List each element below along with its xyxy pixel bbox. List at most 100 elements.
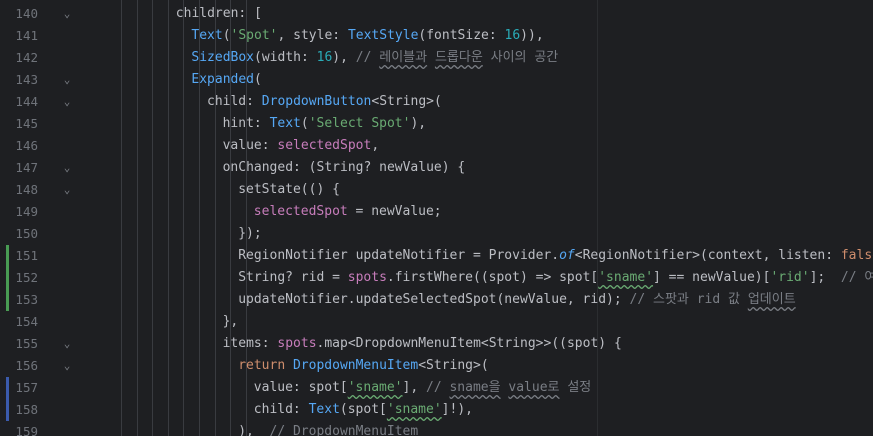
code-line[interactable]: 158 child: Text(spot['sname']!), bbox=[0, 399, 873, 421]
vcs-change-marker[interactable] bbox=[6, 377, 9, 399]
fold-chevron-icon[interactable]: ⌄ bbox=[60, 333, 74, 355]
code-text[interactable]: child: Text(spot['sname']!), bbox=[254, 399, 473, 421]
code-token: children: [ bbox=[175, 6, 262, 21]
code-token: 설정 bbox=[559, 380, 592, 395]
code-text[interactable]: RegionNotifier updateNotifier = Provider… bbox=[238, 245, 873, 267]
line-number: 147 bbox=[15, 160, 38, 175]
code-line[interactable]: 142 SizedBox(width: 16), // 레이블과 드롭다운 사이의… bbox=[0, 47, 873, 69]
code-line[interactable]: 146 value: selectedSpot, bbox=[0, 135, 873, 157]
fold-chevron-icon[interactable]: ⌄ bbox=[60, 179, 74, 201]
code-text[interactable]: return DropdownMenuItem<String>( bbox=[238, 355, 488, 377]
code-token: // 여기서 실제 bbox=[840, 270, 873, 285]
code-token: 'Spot' bbox=[230, 28, 278, 43]
code-token: <String>( bbox=[371, 94, 442, 109]
code-line[interactable]: 143 ⌄ Expanded( bbox=[0, 69, 873, 91]
code-token: value로 bbox=[508, 380, 560, 395]
code-text[interactable]: updateNotifier.updateSelectedSpot(newVal… bbox=[238, 289, 795, 311]
code-line[interactable]: 149 selectedSpot = newValue; bbox=[0, 201, 873, 223]
code-token: , bbox=[535, 28, 544, 43]
code-token: (fontSize: bbox=[418, 28, 505, 43]
code-token: 레이블과 bbox=[379, 50, 428, 65]
code-token: .firstWhere((spot) => spot[ bbox=[386, 270, 599, 285]
line-number: 150 bbox=[15, 226, 38, 241]
code-token: }); bbox=[238, 226, 262, 241]
code-editor[interactable]: 140 ⌄ children: [141 Text('Spot', style: Te… bbox=[0, 0, 873, 436]
code-token: 16 bbox=[504, 28, 521, 43]
code-token: spots bbox=[277, 336, 317, 351]
code-token: SizedBox bbox=[191, 50, 255, 65]
code-line[interactable]: 148 ⌄ setState(() { bbox=[0, 179, 873, 201]
code-text[interactable]: hint: Text('Select Spot'), bbox=[223, 113, 427, 135]
code-token: value: spot[ bbox=[253, 380, 348, 395]
code-token: // DropdownMenuItem bbox=[269, 424, 419, 436]
code-text[interactable]: ), // DropdownMenuItem bbox=[238, 421, 418, 436]
code-line[interactable]: 159 ), // DropdownMenuItem bbox=[0, 421, 873, 436]
code-token: Text bbox=[269, 116, 301, 131]
code-token: 'Select Spot' bbox=[308, 116, 411, 131]
code-token: ( bbox=[222, 28, 231, 43]
code-text[interactable]: children: [ bbox=[176, 3, 262, 25]
code-text[interactable]: String? rid = spots.firstWhere((spot) =>… bbox=[238, 267, 873, 289]
code-token: setState(() { bbox=[238, 182, 340, 197]
code-line[interactable]: 157 value: spot['sname'], // sname을 value… bbox=[0, 377, 873, 399]
code-token: ), bbox=[410, 116, 427, 131]
code-token: 'sname' bbox=[386, 402, 442, 417]
vcs-change-marker[interactable] bbox=[6, 267, 9, 289]
code-line[interactable]: 144 ⌄ child: DropdownButton<String>( bbox=[0, 91, 873, 113]
code-token: ]!), bbox=[441, 402, 473, 417]
line-number: 156 bbox=[15, 358, 38, 373]
code-token: Text bbox=[308, 402, 340, 417]
code-text[interactable]: value: selectedSpot, bbox=[223, 135, 380, 157]
code-line[interactable]: 156 ⌄ return DropdownMenuItem<String>( bbox=[0, 355, 873, 377]
code-token: = newValue; bbox=[347, 204, 442, 219]
fold-chevron-icon[interactable]: ⌄ bbox=[60, 3, 74, 25]
code-token: of bbox=[559, 248, 575, 263]
code-text[interactable]: setState(() { bbox=[238, 179, 340, 201]
code-text[interactable]: SizedBox(width: 16), // 레이블과 드롭다운 사이의 공간 bbox=[191, 47, 558, 69]
vcs-change-marker[interactable] bbox=[6, 399, 9, 421]
code-token: selectedSpot bbox=[253, 204, 348, 219]
vcs-change-marker[interactable] bbox=[6, 289, 9, 311]
fold-chevron-icon[interactable]: ⌄ bbox=[60, 157, 74, 179]
code-line[interactable]: 141 Text('Spot', style: TextStyle(fontSiz… bbox=[0, 25, 873, 47]
line-number: 144 bbox=[15, 94, 38, 109]
code-text[interactable]: onChanged: (String? newValue) { bbox=[223, 157, 466, 179]
fold-chevron-icon[interactable]: ⌄ bbox=[60, 91, 74, 113]
code-token: 'rid' bbox=[770, 270, 810, 285]
code-token: TextStyle bbox=[347, 28, 419, 43]
code-line[interactable]: 140 ⌄ children: [ bbox=[0, 3, 873, 25]
code-line[interactable]: 150}); bbox=[0, 223, 873, 245]
code-line[interactable]: 152 String? rid = spots.firstWhere((spot)… bbox=[0, 267, 873, 289]
code-token: child: bbox=[253, 402, 309, 417]
code-token: 업데이트 bbox=[747, 292, 796, 307]
code-text[interactable]: items: spots.map<DropdownMenuItem<String… bbox=[223, 333, 622, 355]
code-line[interactable]: 155 ⌄ items: spots.map<DropdownMenuItem<St… bbox=[0, 333, 873, 355]
vcs-change-marker[interactable] bbox=[6, 245, 9, 267]
fold-chevron-icon[interactable]: ⌄ bbox=[60, 69, 74, 91]
code-text[interactable]: }); bbox=[238, 223, 261, 245]
code-text[interactable]: }, bbox=[223, 311, 239, 333]
line-number: 141 bbox=[15, 28, 38, 43]
line-number: 159 bbox=[15, 424, 38, 436]
code-line[interactable]: 153 updateNotifier.updateSelectedSpot(new… bbox=[0, 289, 873, 311]
code-token: sname을 bbox=[449, 380, 501, 395]
code-token: false bbox=[840, 248, 873, 263]
code-token: DropdownButton bbox=[261, 94, 372, 109]
code-text[interactable]: value: spot['sname'], // sname을 value로 설… bbox=[254, 377, 591, 399]
code-token: 'sname' bbox=[347, 380, 403, 395]
code-line[interactable]: 145 hint: Text('Select Spot'), bbox=[0, 113, 873, 135]
line-number: 148 bbox=[15, 182, 38, 197]
code-token: 사이의 공간 bbox=[482, 50, 559, 65]
code-token: selectedSpot bbox=[277, 138, 372, 153]
code-text[interactable]: selectedSpot = newValue; bbox=[254, 201, 442, 223]
code-text[interactable]: child: DropdownButton<String>( bbox=[207, 91, 442, 113]
code-text[interactable]: Text('Spot', style: TextStyle(fontSize: … bbox=[191, 25, 543, 47]
code-text[interactable]: Expanded( bbox=[191, 69, 261, 91]
code-token: (width: bbox=[254, 50, 317, 65]
code-line[interactable]: 147 ⌄ onChanged: (String? newValue) { bbox=[0, 157, 873, 179]
code-line[interactable]: 151 RegionNotifier updateNotifier = Provi… bbox=[0, 245, 873, 267]
fold-chevron-icon[interactable]: ⌄ bbox=[60, 355, 74, 377]
code-token: ] == newValue)[ bbox=[653, 270, 771, 285]
code-line[interactable]: 154}, bbox=[0, 311, 873, 333]
